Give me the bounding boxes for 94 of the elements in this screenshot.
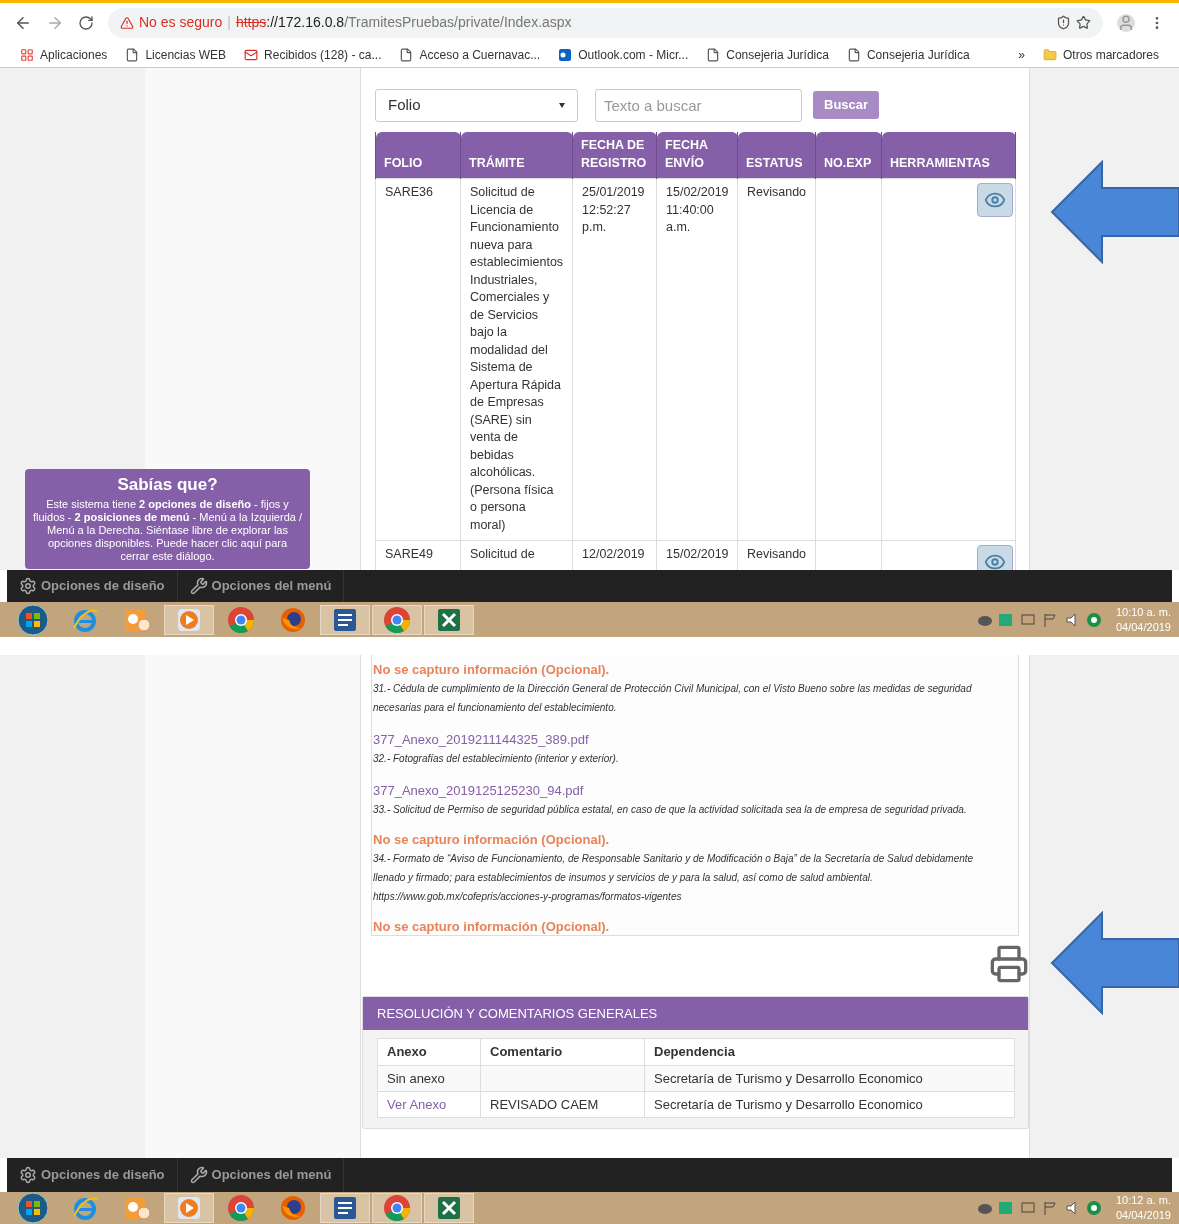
- chrome-icon[interactable]: [227, 1194, 255, 1222]
- requirement-text: 33.- Solicitud de Permiso de seguridad pública estatal, en caso de que la actividad solicitada sea la de empresa de seguridad privada.: [373, 803, 968, 817]
- tray-icons[interactable]: [976, 1200, 1102, 1216]
- fox-globe-icon[interactable]: [279, 1194, 307, 1222]
- chrome-icon[interactable]: [383, 1194, 411, 1222]
- table-cell: Sin anexo: [387, 1070, 445, 1086]
- taskbar-slot[interactable]: [372, 604, 422, 635]
- tip-title: Sabías que?: [116, 475, 219, 495]
- bookmark-link[interactable]: Otros marcadores: [1042, 45, 1159, 64]
- column-header: FECHA ENVÍO: [656, 132, 738, 179]
- column-header: FECHA DE REGISTRO: [572, 132, 657, 179]
- fox-globe-icon[interactable]: [279, 605, 307, 634]
- dropdown-caret-icon: [559, 102, 565, 108]
- spreadsheet-app-icon[interactable]: [435, 1194, 463, 1222]
- apps-grid-icon: [20, 47, 34, 62]
- tip-popup[interactable]: [25, 469, 310, 569]
- clock-date: 04/04/2019: [1115, 619, 1171, 635]
- table-cell: Revisando: [737, 178, 816, 541]
- file-link[interactable]: 377_Anexo_2019211144325_389.pdf: [373, 731, 1008, 749]
- start-orb-icon[interactable]: [17, 1192, 49, 1224]
- shield-icon[interactable]: [1056, 15, 1071, 30]
- media-player-icon[interactable]: [175, 1194, 203, 1222]
- reload-icon[interactable]: [78, 14, 94, 31]
- column-header: FOLIO: [375, 132, 461, 179]
- column-header: NO.EXP: [815, 132, 882, 179]
- settings-icon: [19, 577, 37, 595]
- table-cell: Secretaría de Turismo y Desarrollo Economico: [654, 1070, 923, 1086]
- missing-info-text: No se capturo información (Opcional).: [373, 661, 611, 679]
- taskbar-slot[interactable]: [424, 604, 474, 635]
- address-bar[interactable]: No es seguro | https://172.16.0.8/TramitesPruebas/private/Index.aspx: [108, 7, 1103, 38]
- more-bookmarks[interactable]: »: [1018, 45, 1025, 64]
- taskbar-slot[interactable]: [372, 1193, 422, 1223]
- file-link[interactable]: 377_Anexo_2019125125230_94.pdf: [373, 782, 1008, 800]
- bookmark-link[interactable]: Consejeria Jurídica: [706, 45, 829, 64]
- requirement-text: 32.- Fotografías del establecimiento (interior y exterior).: [373, 752, 620, 766]
- chrome-icon[interactable]: [227, 605, 255, 634]
- column-header: Comentario: [480, 1038, 645, 1066]
- bookmark-link[interactable]: Consejeria Jurídica: [846, 45, 970, 64]
- mail-app-icon: [558, 47, 573, 62]
- column-header: ESTATUS: [737, 132, 816, 179]
- chrome-icon[interactable]: [383, 605, 411, 634]
- folder-icon: [1042, 47, 1057, 62]
- document-app-icon[interactable]: [331, 1194, 359, 1222]
- separator: |: [227, 13, 231, 32]
- page-icon: [846, 47, 861, 62]
- column-header: Anexo: [377, 1038, 481, 1066]
- url-scheme: https: [235, 13, 267, 32]
- missing-info-text: No se capturo información (Opcional).: [373, 831, 611, 849]
- tray-icons[interactable]: [976, 611, 1102, 628]
- settings-icon: [19, 1166, 37, 1184]
- view-button[interactable]: [977, 545, 1013, 570]
- print-icon[interactable]: [989, 944, 1029, 984]
- wrench-icon: [189, 1166, 208, 1184]
- column-header: Dependencia: [644, 1038, 1015, 1066]
- page-icon: [125, 47, 140, 62]
- table-cell: 25/01/2019 12:52:27 p.m.: [572, 178, 657, 541]
- table-cell: Solicitud de Licencia de Funcionamiento nueva para establecimientos Industriales, Comerciales y de Servicios bajo la modalidad del Sistema de Apertura Rápida de Empresas (SARE) sin venta de bebidas alcohólicas. (Persona física o persona moral): [460, 178, 573, 541]
- requirement-text: 31.- Cédula de cumplimiento de la Dirección General de Protección Civil Municipal, con el Visto Bueno sobre las medidas de seguridad necesarias para el funcionamiento del establecimiento.: [373, 682, 973, 715]
- page-icon: [706, 47, 721, 62]
- table-cell: Secretaría de Turismo y Desarrollo Economico: [654, 1096, 923, 1112]
- filter-select[interactable]: Folio: [375, 88, 578, 122]
- wrench-icon: [189, 577, 208, 595]
- security-label: No es seguro: [139, 13, 223, 32]
- star-icon[interactable]: [1076, 15, 1091, 30]
- url-host: ://172.16.0.8: [266, 13, 345, 32]
- clock-time: 10:12 a. m.: [1115, 1193, 1171, 1208]
- profile-icon[interactable]: [1117, 13, 1135, 32]
- column-header: TRÁMITE: [460, 132, 573, 179]
- mail-clock-icon[interactable]: [123, 1194, 151, 1222]
- bookmark-link[interactable]: Recibidos (128) - ca...: [244, 45, 382, 64]
- clock-time: 10:10 a. m.: [1115, 604, 1171, 620]
- bookmark-link[interactable]: Acceso a Cuernavac...: [399, 45, 541, 64]
- table-cell: REVISADO CAEM: [490, 1096, 599, 1112]
- page-icon: [399, 47, 414, 62]
- tip-text: Este sistema tiene 2 opciones de diseño - fijos y fluidos - 2 posiciones de menú - Menú a la Izquierda / Menú a la Derecha. Siéntase libre de explorar las opciones disponibles. Puede hacer clic aquí para cerrar este diálogo.: [33, 498, 302, 563]
- table-cell: 15/02/2019 11:40:00 a.m.: [656, 178, 738, 541]
- clock-date: 04/04/2019: [1115, 1208, 1171, 1223]
- requirement-text: 34.- Formato de “Aviso de Funcionamiento, de Responsable Sanitario y de Modificación o Baja” de la Secretaría de Salud debidamente llenado y firmado; para establecimientos de insumos y servicios de y para la salud, así como de salud ambiental. https://www.gob.mx/cofepris/acciones-y-programas/formatos-vigentes: [373, 852, 975, 904]
- column-header: HERRAMIENTAS: [881, 132, 1016, 179]
- taskbar-slot[interactable]: [320, 1193, 370, 1223]
- missing-info-text: No se capturo información (Opcional).: [373, 918, 611, 936]
- start-orb-icon[interactable]: [17, 603, 49, 636]
- taskbar-slot[interactable]: [320, 604, 370, 635]
- table-cell: SARE36: [375, 178, 461, 541]
- taskbar-slot[interactable]: [424, 1193, 474, 1223]
- view-button[interactable]: [977, 183, 1013, 217]
- bookmark-link[interactable]: Aplicaciones: [20, 45, 108, 64]
- bookmark-link[interactable]: Outlook.com - Micr...: [558, 45, 689, 64]
- bookmark-link[interactable]: Licencias WEB: [125, 45, 227, 64]
- mail-icon: [244, 47, 259, 62]
- warning-icon: [120, 15, 134, 30]
- panel-title: RESOLUCIÓN Y COMENTARIOS GENERALES: [363, 997, 1028, 1030]
- search-field[interactable]: Texto a buscar: [595, 88, 802, 122]
- url-path: /TramitesPruebas/private/Index.aspx: [344, 13, 572, 32]
